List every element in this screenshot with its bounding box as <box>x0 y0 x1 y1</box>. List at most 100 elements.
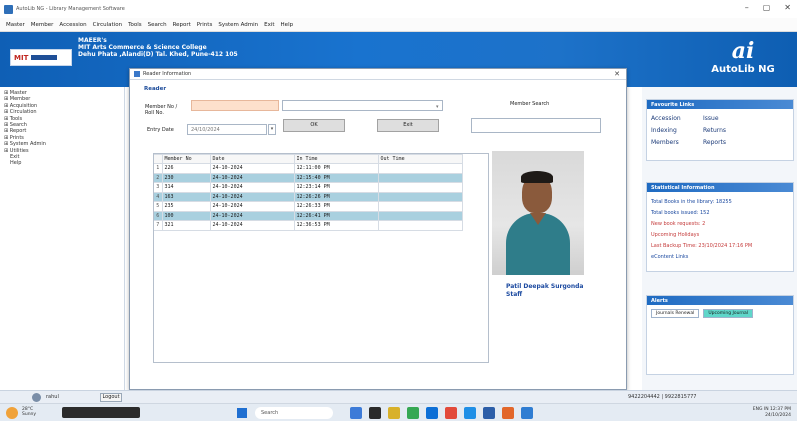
logout-button[interactable]: Logout <box>100 393 122 402</box>
cell-out-time[interactable] <box>377 210 463 221</box>
row-index: 3 <box>154 182 163 193</box>
cell-date[interactable]: 24-10-2024 <box>209 191 295 202</box>
cell-date[interactable]: 24-10-2024 <box>209 172 295 183</box>
link-reports[interactable]: Reports <box>703 139 755 146</box>
member-search-input[interactable] <box>471 118 601 133</box>
menu-exit[interactable]: Exit <box>264 22 274 28</box>
calendar-dropdown-icon[interactable]: ▾ <box>268 124 276 135</box>
table-row[interactable]: 3 314 24-10-2024 12:23:14 PM <box>154 182 463 193</box>
member-name-display: Patil Deepak Surgonda Staff <box>506 283 583 299</box>
cell-member-no[interactable]: 235 <box>161 201 211 212</box>
taskbar-app-icon[interactable] <box>502 407 514 419</box>
col-header-date[interactable]: Date <box>209 154 295 164</box>
cell-date[interactable]: 24-10-2024 <box>209 210 295 221</box>
link-indexing[interactable]: Indexing <box>651 127 703 134</box>
cell-out-time[interactable] <box>377 182 463 193</box>
cell-member-no[interactable]: 163 <box>161 191 211 202</box>
table-row[interactable]: 4 163 24-10-2024 12:26:26 PM <box>154 191 463 202</box>
menu-search[interactable]: Search <box>148 22 167 28</box>
member-no-input[interactable] <box>191 100 279 111</box>
link-returns[interactable]: Returns <box>703 127 755 134</box>
cell-member-no[interactable]: 230 <box>161 172 211 183</box>
menu-master[interactable]: Master <box>6 22 25 28</box>
cell-in-time[interactable]: 12:11:00 PM <box>293 163 379 174</box>
table-row[interactable]: 5 235 24-10-2024 12:26:33 PM <box>154 201 463 212</box>
cell-in-time[interactable]: 12:26:26 PM <box>293 191 379 202</box>
cell-member-no[interactable]: 100 <box>161 210 211 221</box>
menu-member[interactable]: Member <box>31 22 54 28</box>
minimize-button[interactable]: – <box>745 3 749 12</box>
taskbar-app-icon[interactable] <box>483 407 495 419</box>
cell-in-time[interactable]: 12:15:40 PM <box>293 172 379 183</box>
link-issue[interactable]: Issue <box>703 115 755 122</box>
table-row[interactable]: 1 226 24-10-2024 12:11:00 PM <box>154 163 463 174</box>
close-window-button[interactable]: ✕ <box>784 3 791 12</box>
cell-in-time[interactable]: 12:23:14 PM <box>293 182 379 193</box>
taskbar-search-box[interactable]: Search <box>255 407 333 419</box>
link-members[interactable]: Members <box>651 139 703 146</box>
autolib-name: AutoLib NG <box>711 64 775 75</box>
cell-out-time[interactable] <box>377 201 463 212</box>
cell-member-no[interactable]: 226 <box>161 163 211 174</box>
sidebar-item-help[interactable]: Help <box>4 160 120 166</box>
table-row[interactable]: 7 321 24-10-2024 12:36:53 PM <box>154 220 463 231</box>
stat-total-books: Total Books in the library: 18255 <box>651 199 732 205</box>
cell-date[interactable]: 24-10-2024 <box>209 182 295 193</box>
table-row[interactable]: 2 230 24-10-2024 12:15:40 PM <box>154 172 463 183</box>
tab-journals-renewal[interactable]: Journals Renewal <box>651 309 700 318</box>
menu-prints[interactable]: Prints <box>197 22 213 28</box>
taskbar-chrome-icon[interactable] <box>407 407 419 419</box>
cell-member-no[interactable]: 314 <box>161 182 211 193</box>
cell-out-time[interactable] <box>377 163 463 174</box>
stat-new-requests[interactable]: New book requests: 2 <box>651 219 789 230</box>
taskbar-app-icon[interactable] <box>445 407 457 419</box>
link-accession[interactable]: Accession <box>651 115 703 122</box>
cell-in-time[interactable]: 12:36:53 PM <box>293 220 379 231</box>
taskbar-app-icon[interactable] <box>464 407 476 419</box>
taskbar-app-icon[interactable] <box>350 407 362 419</box>
windows-start-icon[interactable] <box>237 408 247 418</box>
maximize-button[interactable]: ▢ <box>763 3 771 12</box>
weather-widget[interactable]: 28°C Sunny <box>22 407 36 417</box>
stat-econtent-links[interactable]: eContent Links <box>651 252 789 263</box>
menu-system-admin[interactable]: System Admin <box>218 22 258 28</box>
cell-out-time[interactable] <box>377 191 463 202</box>
weather-icon[interactable] <box>6 407 18 419</box>
cell-date[interactable]: 24-10-2024 <box>209 201 295 212</box>
menu-tools[interactable]: Tools <box>128 22 142 28</box>
institution-line-1: MAEER's <box>78 37 107 44</box>
stat-total-books-value: 18255 <box>715 199 732 205</box>
user-avatar-icon <box>32 393 41 402</box>
taskbar-edge-icon[interactable] <box>426 407 438 419</box>
table-row[interactable]: 6 100 24-10-2024 12:26:41 PM <box>154 210 463 221</box>
tab-upcoming-journal[interactable]: Upcoming Journal <box>703 309 754 318</box>
app-icon <box>4 4 13 14</box>
stat-upcoming-holidays[interactable]: Upcoming Holidays <box>651 230 789 241</box>
exit-button[interactable]: Exit <box>377 119 439 132</box>
dialog-close-button[interactable]: ✕ <box>614 70 620 78</box>
cell-out-time[interactable] <box>377 172 463 183</box>
taskbar-app-icon[interactable] <box>369 407 381 419</box>
taskbar-folder-icon[interactable] <box>388 407 400 419</box>
cell-member-no[interactable]: 321 <box>161 220 211 231</box>
system-tray[interactable]: ENG IN 12:37 PM 24/10/2024 <box>753 407 791 418</box>
entry-date-input[interactable]: 24/10/2024 <box>187 124 267 135</box>
col-header-member-no[interactable]: Member No <box>161 154 211 164</box>
cell-in-time[interactable]: 12:26:33 PM <box>293 201 379 212</box>
menu-accession[interactable]: Accession <box>59 22 86 28</box>
member-name-dropdown[interactable] <box>282 100 443 111</box>
cell-out-time[interactable] <box>377 220 463 231</box>
taskbar-autolib-icon[interactable] <box>521 407 533 419</box>
cell-date[interactable]: 24-10-2024 <box>209 163 295 174</box>
col-header-out-time[interactable]: Out Time <box>377 154 463 164</box>
menu-report[interactable]: Report <box>173 22 191 28</box>
taskbar-quick-buttons[interactable] <box>62 407 140 418</box>
cell-in-time[interactable]: 12:26:41 PM <box>293 210 379 221</box>
ok-button[interactable]: OK <box>283 119 345 132</box>
stat-new-requests-value: 2 <box>702 221 706 227</box>
col-header-in-time[interactable]: In Time <box>293 154 379 164</box>
menu-circulation[interactable]: Circulation <box>93 22 122 28</box>
cell-date[interactable]: 24-10-2024 <box>209 220 295 231</box>
statistics-title: Statistical Information <box>647 183 793 192</box>
menu-help[interactable]: Help <box>281 22 294 28</box>
